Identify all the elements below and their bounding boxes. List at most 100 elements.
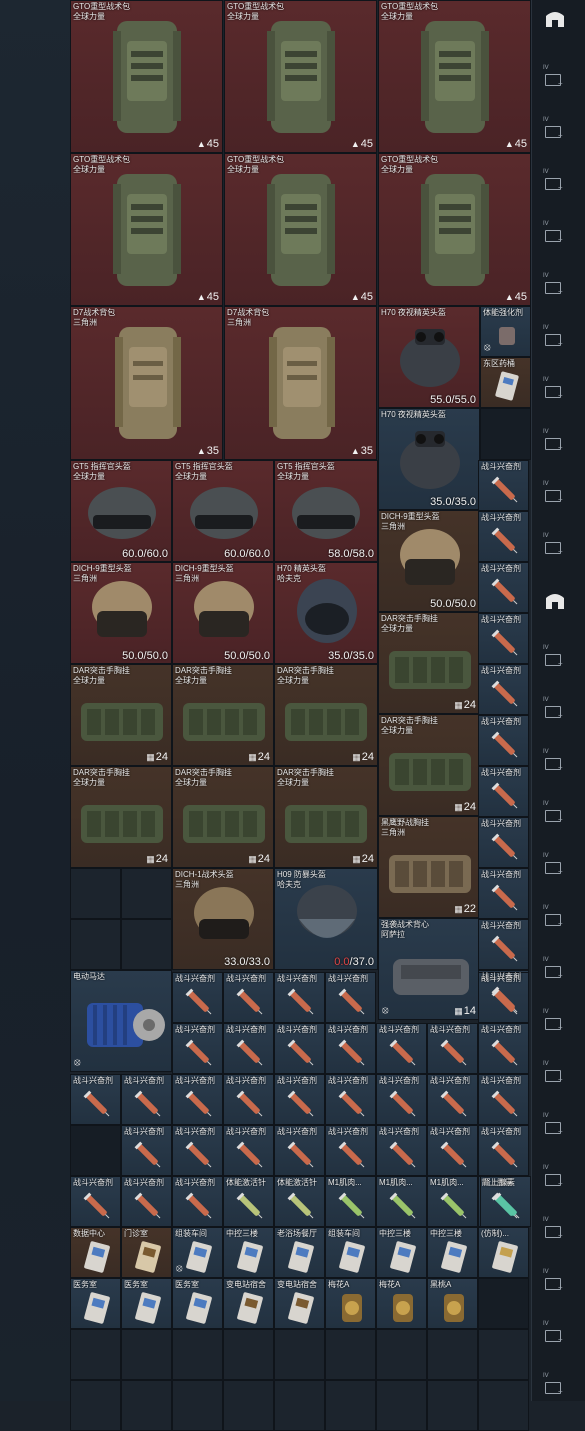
container-icon[interactable]: IV + [543,1009,567,1032]
item-h70-elite-helmet[interactable]: H70 精英头盔 哈夫克 35.0/35.0 [274,562,378,664]
item-combat-stim[interactable]: 战斗兴奋剂 [478,1074,529,1125]
item-h70-nvg-helmet-1[interactable]: H70 夜视精英头盔 55.0/55.0 [378,306,480,408]
item-combat-stim[interactable]: 战斗兴奋剂 [274,1023,325,1074]
container-icon[interactable]: IV + [543,533,567,556]
empty-slot[interactable] [480,408,531,460]
item-combat-stim[interactable]: 战斗兴奋剂 [223,1023,274,1074]
empty-slot[interactable] [478,1329,529,1380]
item-gt5-helmet-1[interactable]: GT5 指挥官头盔 全球力量 60.0/60.0 [70,460,172,562]
container-icon[interactable]: IV + [543,957,567,980]
item-combat-stim[interactable]: 战斗兴奋剂 [427,1074,478,1125]
item-dar-rig-3[interactable]: DAR突击手胸挂 全球力量 ▦24 [70,664,172,766]
item-combat-stim[interactable]: 战斗兴奋剂 [478,715,529,766]
item-assembly-shop[interactable]: 组装车间 ⦻ [172,1227,223,1278]
empty-slot[interactable] [121,919,172,970]
item-d7-backpack-2[interactable]: D7战术背包 三角洲 ▲35 [224,306,377,460]
empty-slot[interactable] [172,1329,223,1380]
container-icon[interactable]: IV + [543,645,567,668]
item-dich1-helmet[interactable]: DICH-1战术头盔 三角洲 33.0/33.0 [172,868,274,970]
container-icon[interactable]: IV + [543,117,567,140]
container-icon[interactable]: IV + [543,221,567,244]
item-combat-stim[interactable]: 战斗兴奋剂 [325,1023,376,1074]
item-combat-stim[interactable]: 战斗兴奋剂 [376,1125,427,1176]
item-datacenter[interactable]: 数据中心 [70,1227,121,1278]
item-physique-activator[interactable]: 体能激活针 [223,1176,274,1227]
item-combat-stim[interactable]: 战斗兴奋剂 [223,1125,274,1176]
item-h09-riot-helmet[interactable]: H09 防暴头盔 哈夫克 0.0/37.0 [274,868,378,970]
archive-icon[interactable] [543,588,567,612]
empty-slot[interactable] [70,1125,121,1176]
item-plum-a[interactable]: 梅花A [325,1278,376,1329]
item-combat-stim[interactable]: 战斗兴奋剂 [172,1176,223,1227]
item-combat-stim[interactable]: 战斗兴奋剂 [274,1125,325,1176]
item-combat-stim[interactable]: 战斗兴奋剂 [325,1125,376,1176]
empty-slot[interactable] [478,1380,529,1431]
item-dar-rig-4[interactable]: DAR突击手胸挂 全球力量 ▦24 [172,664,274,766]
empty-slot[interactable] [121,1380,172,1431]
item-medical-room[interactable]: 医务室 [70,1278,121,1329]
item-dar-rig-5[interactable]: DAR突击手胸挂 全球力量 ▦24 [274,664,378,766]
item-combat-stim[interactable]: 战斗兴奋剂 [478,562,529,613]
empty-slot[interactable] [274,1380,325,1431]
container-icon[interactable]: IV + [543,273,567,296]
item-combat-stim[interactable]: 战斗兴奋剂 [427,1023,478,1074]
item-control-tower[interactable]: 中控三楼 [223,1227,274,1278]
item-m1-muscle[interactable]: M1肌肉... [325,1176,376,1227]
item-d7-backpack-1[interactable]: D7战术背包 三角洲 ▲35 [70,306,223,460]
container-icon[interactable]: IV + [543,853,567,876]
container-icon[interactable]: IV + [543,1373,567,1396]
container-icon[interactable]: IV + [543,429,567,452]
container-icon[interactable]: IV + [543,1061,567,1084]
item-dar-rig-6[interactable]: DAR突击手胸挂 全球力量 ▦24 [70,766,172,868]
item-combat-stim[interactable]: 战斗兴奋剂 [478,1125,529,1176]
item-adrenaline[interactable]: 肾上腺素 [480,1176,531,1227]
item-combat-stim[interactable]: 战斗兴奋剂 [121,1176,172,1227]
item-gto-backpack-4[interactable]: GTO重型战术包 全球力量 ▲45 [70,153,223,306]
item-gto-backpack-5[interactable]: GTO重型战术包 全球力量 ▲45 [224,153,377,306]
item-combat-stim[interactable]: 战斗兴奋剂 [70,1074,121,1125]
container-icon[interactable]: IV + [543,325,567,348]
item-combat-stim[interactable]: 战斗兴奋剂 [223,972,274,1023]
item-combat-stim[interactable]: 战斗兴奋剂 [478,766,529,817]
item-physique-agent[interactable]: 体能强化剂 ⦻ [480,306,531,357]
item-combat-stim[interactable]: 战斗兴奋剂 [121,1074,172,1125]
item-medical-room[interactable]: 医务室 [121,1278,172,1329]
item-combat-stim[interactable]: 战斗兴奋剂 [121,1125,172,1176]
item-black-peach-a[interactable]: 黑桃A [427,1278,478,1329]
empty-slot[interactable] [325,1380,376,1431]
item-dar-rig-8[interactable]: DAR突击手胸挂 全球力量 ▦24 [274,766,378,868]
empty-slot[interactable] [70,1380,121,1431]
container-icon[interactable]: IV + [543,65,567,88]
container-icon[interactable]: IV + [543,801,567,824]
item-gto-backpack-3[interactable]: GTO重型战术包 全球力量 ▲45 [378,0,531,153]
item-combat-stim[interactable]: 战斗兴奋剂 [172,1125,223,1176]
item-combat-stim[interactable]: 战斗兴奋剂 [274,1074,325,1125]
item-h70-nvg-helmet-2[interactable]: H70 夜视精英头盔 35.0/35.0 [378,408,480,510]
container-icon[interactable]: IV + [543,1269,567,1292]
item-gto-backpack-6[interactable]: GTO重型战术包 全球力量 ▲45 [378,153,531,306]
item-old-hotel[interactable]: 老浴场餐厅 [274,1227,325,1278]
item-blackeagle-rig[interactable]: 黑鹰野战胸挂 三角洲 ▦22 [378,816,480,918]
item-combat-stim[interactable]: 战斗兴奋剂 [70,1176,121,1227]
item-dich9-helmet-1[interactable]: DICH-9重型头盔 三角洲 50.0/50.0 [70,562,172,664]
item-physique-activator[interactable]: 体能激活针 [274,1176,325,1227]
empty-slot[interactable] [70,868,121,919]
item-combat-stim[interactable]: 战斗兴奋剂 [478,817,529,868]
item-dich9-helmet-2[interactable]: DICH-9重型头盔 三角洲 50.0/50.0 [172,562,274,664]
item-east-medic[interactable]: 东区药桶 [480,357,531,408]
empty-slot[interactable] [223,1329,274,1380]
item-imitation[interactable]: (仿制)... [478,1227,529,1278]
empty-slot[interactable] [274,1329,325,1380]
container-icon[interactable]: IV + [543,481,567,504]
item-combat-stim[interactable]: 战斗兴奋剂 [478,613,529,664]
item-substation-dorm[interactable]: 变电站宿舍 [223,1278,274,1329]
empty-slot[interactable] [376,1380,427,1431]
item-combat-stim[interactable]: 战斗兴奋剂 [172,1023,223,1074]
item-plum-a[interactable]: 梅花A [376,1278,427,1329]
item-combat-stim[interactable]: 战斗兴奋剂 [478,511,529,562]
item-dar-rig-7[interactable]: DAR突击手胸挂 全球力量 ▦24 [172,766,274,868]
empty-slot[interactable] [223,1380,274,1431]
empty-slot[interactable] [478,1278,529,1329]
item-gto-backpack-2[interactable]: GTO重型战术包 全球力量 ▲45 [224,0,377,153]
container-icon[interactable]: IV + [543,697,567,720]
